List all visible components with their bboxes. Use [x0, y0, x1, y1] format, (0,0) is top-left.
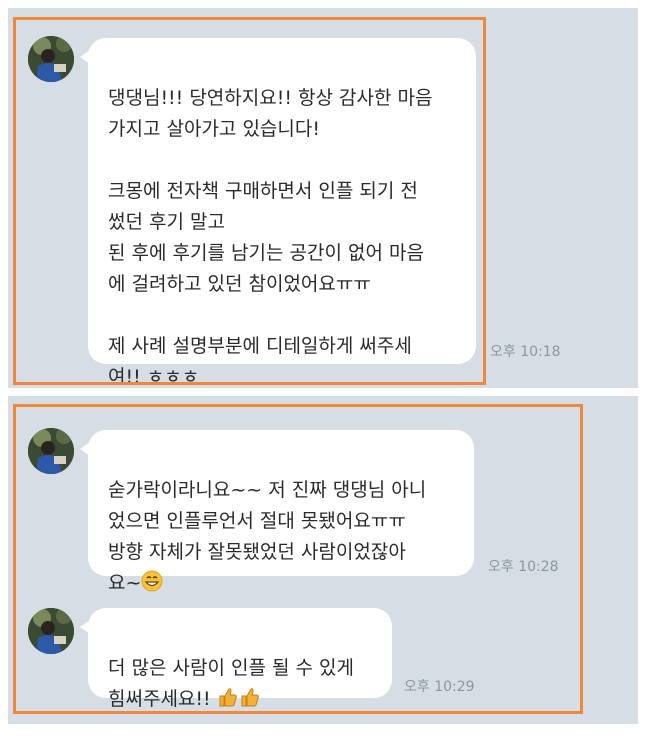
highlight-frame — [13, 17, 486, 385]
highlight-frame — [13, 404, 583, 714]
message-timestamp: 오후 10:18 — [490, 344, 561, 360]
